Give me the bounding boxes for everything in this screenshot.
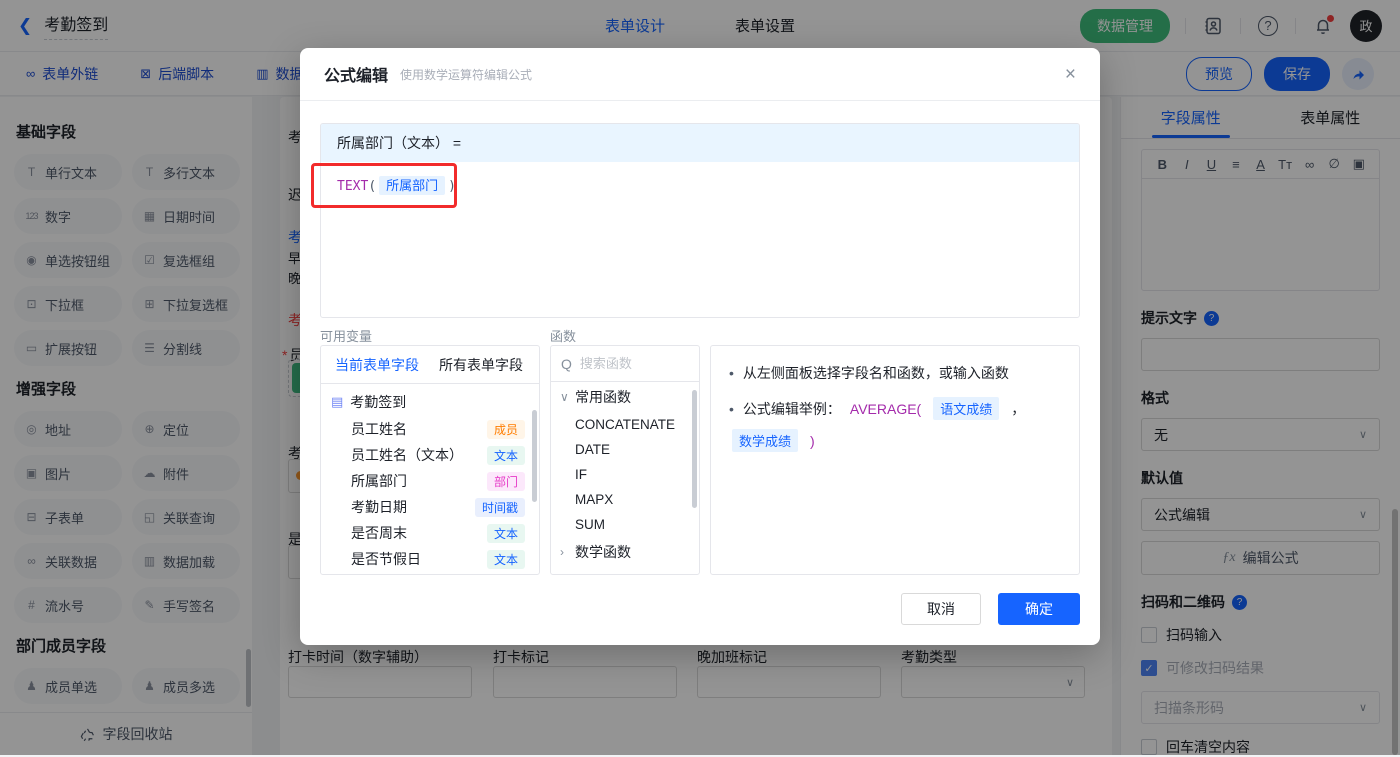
variables-scrollbar[interactable] (532, 410, 537, 502)
close-icon[interactable]: × (1065, 65, 1076, 84)
variable-item[interactable]: 员工姓名成员 (321, 416, 539, 442)
chevron-right-icon: › (560, 545, 569, 559)
variable-item[interactable]: 是否周末文本 (321, 520, 539, 546)
document-icon: ▤ (331, 394, 343, 410)
variables-label: 可用变量 (320, 326, 372, 345)
example-function: AVERAGE( (850, 401, 921, 417)
function-search: Q (551, 346, 699, 382)
variables-panel: 当前表单字段 所有表单字段 ▤ 考勤签到 员工姓名成员 员工姓名（文本）文本 所… (320, 345, 540, 575)
function-item[interactable]: MAPX (551, 487, 699, 512)
hint-line-2: 公式编辑举例： (743, 399, 841, 419)
formula-edit-modal: 公式编辑 使用数学运算符编辑公式 × 所属部门（文本） = TEXT(所属部门)… (300, 48, 1100, 645)
example-field-chip: 语文成绩 (933, 397, 999, 420)
variables-tree-root[interactable]: ▤ 考勤签到 (321, 384, 539, 416)
variable-item[interactable]: 是否节假日文本 (321, 546, 539, 572)
confirm-button[interactable]: 确定 (998, 593, 1080, 625)
variable-item[interactable]: 员工姓名（文本）文本 (321, 442, 539, 468)
functions-scrollbar[interactable] (692, 390, 697, 508)
functions-panel: Q ∨ 常用函数 CONCATENATE DATE IF MAPX SUM › … (550, 345, 700, 575)
chevron-down-icon: ∨ (560, 390, 569, 404)
function-item[interactable]: IF (551, 462, 699, 487)
function-group-text[interactable]: › 文本函数 (551, 567, 699, 575)
function-item[interactable]: SUM (551, 512, 699, 537)
type-badge: 成员 (487, 420, 525, 439)
functions-label: 函数 (550, 326, 576, 345)
variable-item[interactable]: 所属部门部门 (321, 468, 539, 494)
function-search-input[interactable] (580, 356, 680, 371)
example-field-chip: 数学成绩 (732, 429, 798, 452)
function-item[interactable]: CONCATENATE (551, 412, 699, 437)
red-annotation-box (311, 163, 457, 208)
modal-subtitle: 使用数学运算符编辑公式 (400, 66, 532, 83)
type-badge: 文本 (487, 550, 525, 569)
variable-item[interactable]: 考勤日期时间戳 (321, 494, 539, 520)
hint-line-1: 从左侧面板选择字段名和函数，或输入函数 (743, 363, 1009, 383)
type-badge: 时间戳 (475, 498, 525, 517)
bullet-icon: • (729, 401, 734, 417)
cancel-button[interactable]: 取消 (901, 593, 981, 625)
modal-title: 公式编辑 (324, 62, 388, 86)
function-group-common[interactable]: ∨ 常用函数 (551, 382, 699, 412)
formula-hints-panel: • 从左侧面板选择字段名和函数，或输入函数 • 公式编辑举例： AVERAGE( 语… (710, 345, 1080, 575)
function-item[interactable]: DATE (551, 437, 699, 462)
type-badge: 文本 (487, 446, 525, 465)
tab-all-form-fields[interactable]: 所有表单字段 (439, 355, 523, 375)
bullet-icon: • (729, 365, 734, 381)
formula-editor[interactable]: 所属部门（文本） = TEXT(所属部门) (320, 123, 1080, 318)
tab-current-form-fields[interactable]: 当前表单字段 (335, 355, 419, 375)
type-badge: 部门 (487, 472, 525, 491)
function-group-math[interactable]: › 数学函数 (551, 537, 699, 567)
type-badge: 文本 (487, 524, 525, 543)
search-icon: Q (561, 356, 572, 372)
formula-target: 所属部门（文本） = (321, 124, 1079, 162)
